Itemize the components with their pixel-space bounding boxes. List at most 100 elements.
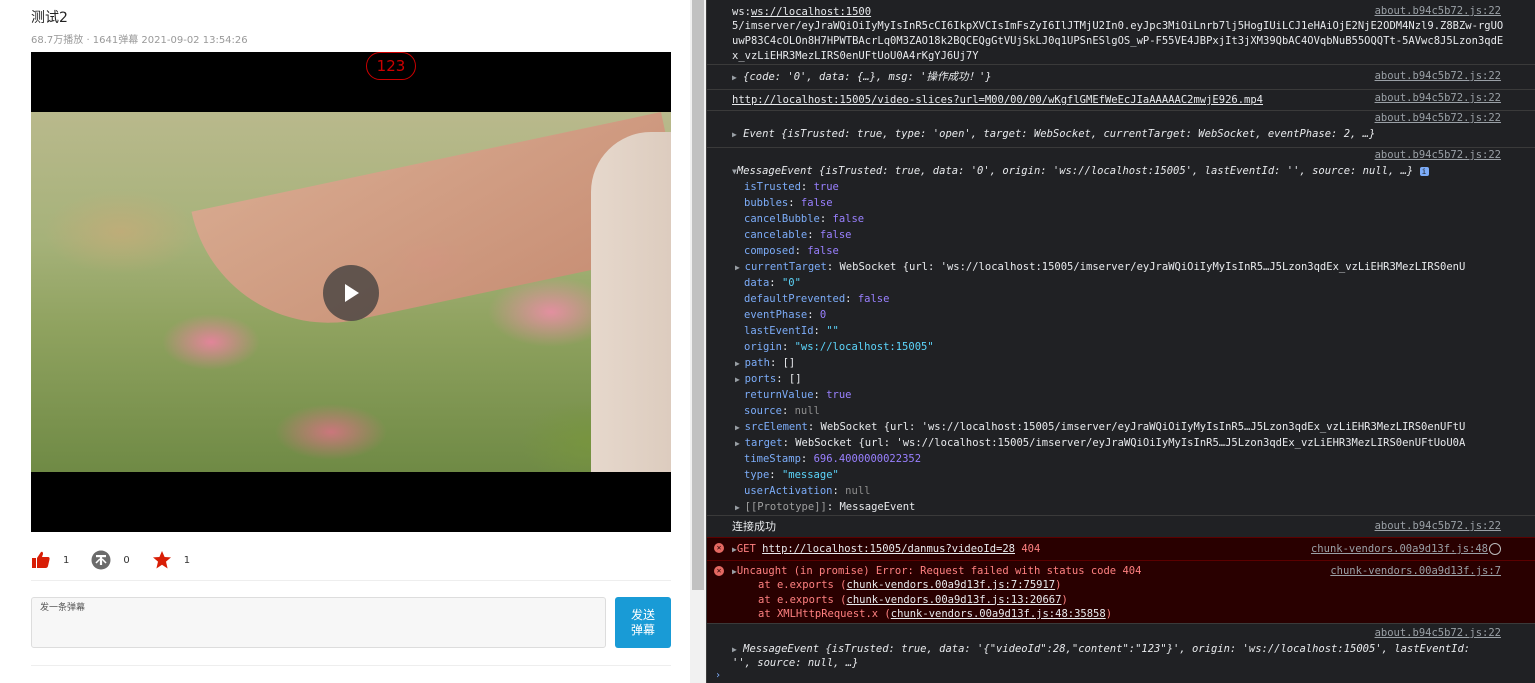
prop-key: composed (744, 245, 795, 257)
stack-suffix: ) (1061, 593, 1068, 606)
expand-arrow-icon[interactable]: ▶ (732, 73, 737, 82)
uncaught-message: Uncaught (in promise) Error: Request fai… (736, 565, 1142, 577)
dislike-count: 0 (123, 554, 130, 566)
source-link[interactable]: about.b94c5b72.js:22 (1375, 112, 1501, 124)
source-link[interactable]: about.b94c5b72.js:22 (1375, 92, 1501, 104)
like-button[interactable]: 1 (31, 550, 69, 570)
danmu-input[interactable] (31, 597, 606, 648)
msgevent-prop[interactable]: ▶ ports: [] (735, 371, 802, 388)
action-bar: 1 0 1 (31, 546, 212, 574)
devtools-console: ws:ws://localhost:1500 5/imserver/eyJraW… (706, 0, 1535, 683)
ws-url-link[interactable]: ws://localhost:1500 (751, 6, 871, 18)
last-msgevent-text: MessageEvent {isTrusted: true, data: '{"… (743, 643, 1471, 655)
prop-value: false (857, 293, 890, 305)
danmu-bubble: 123 (366, 52, 416, 80)
console-error-get: ✕ ▶GET http://localhost:15005/danmus?vid… (707, 537, 1535, 560)
star-icon (152, 551, 171, 569)
prop-value: [] (782, 357, 796, 369)
source-link[interactable]: about.b94c5b72.js:22 (1375, 5, 1501, 17)
source-link[interactable]: chunk-vendors.00a9d13f.js:7 (1330, 565, 1501, 577)
prop-key: ports (744, 373, 777, 385)
video-meta: 68.7万播放 · 1641弹幕 2021-09-02 13:54:26 (31, 35, 248, 46)
prop-value: "" (826, 325, 839, 337)
prop-value: false (832, 213, 865, 225)
msgevent-prop: type: "message" (744, 469, 839, 481)
result-object[interactable]: ▶ {code: '0', data: {…}, msg: '操作成功！'} (732, 69, 992, 86)
star-button[interactable]: 1 (152, 550, 190, 570)
console-message: ws:ws://localhost:1500 5/imserver/eyJraW… (707, 0, 1535, 64)
expand-arrow-icon[interactable]: ▶ (735, 359, 745, 368)
prop-key: timeStamp (744, 453, 801, 465)
scrollbar-thumb[interactable] (692, 0, 704, 590)
expand-arrow-icon[interactable]: ▶ (732, 645, 737, 654)
network-icon[interactable] (1489, 543, 1501, 555)
prop-key: target (744, 437, 783, 449)
prop-key: returnValue (744, 389, 814, 401)
stack-location-link[interactable]: chunk-vendors.00a9d13f.js:7:75917 (847, 579, 1056, 591)
source-link[interactable]: about.b94c5b72.js:22 (1375, 627, 1501, 639)
prop-value: WebSocket {url: 'ws://localhost:15005/im… (820, 421, 1466, 433)
console-error-uncaught: ✕ ▶Uncaught (in promise) Error: Request … (707, 560, 1535, 623)
expand-arrow-icon[interactable]: ▶ (735, 503, 745, 512)
prop-value: null (845, 485, 871, 497)
get-error-line[interactable]: ▶GET http://localhost:15005/danmus?video… (732, 541, 1040, 558)
connected-text: 连接成功 (732, 520, 776, 533)
send-danmu-button[interactable]: 发送 弹幕 (615, 597, 671, 648)
prop-value: "message" (781, 469, 839, 481)
dislike-button[interactable]: 0 (91, 550, 130, 570)
expand-arrow-icon[interactable]: ▶ (735, 263, 745, 272)
event-open-text: Event {isTrusted: true, type: 'open', ta… (743, 128, 1376, 140)
expand-arrow-icon[interactable]: ▶ (735, 423, 745, 432)
expand-arrow-icon[interactable]: ▶ (735, 375, 745, 384)
play-button[interactable] (323, 265, 379, 321)
source-link[interactable]: about.b94c5b72.js:22 (1375, 149, 1501, 161)
video-player[interactable]: 123 (31, 52, 671, 532)
stack-frame: at XMLHttpRequest.x (chunk-vendors.00a9d… (758, 606, 1112, 622)
expand-arrow-icon[interactable]: ▶ (732, 130, 737, 139)
msgevent-prop: origin: "ws://localhost:15005" (744, 341, 934, 353)
info-icon[interactable]: i (1419, 167, 1429, 176)
divider (31, 665, 671, 666)
msgevent-prop[interactable]: ▶ srcElement: WebSocket {url: 'ws://loca… (735, 419, 1466, 436)
msgevent-prop[interactable]: ▶ target: WebSocket {url: 'ws://localhos… (735, 435, 1465, 452)
event-open[interactable]: ▶ Event {isTrusted: true, type: 'open', … (732, 126, 1375, 143)
msgevent-prop: cancelBubble: false (744, 213, 865, 225)
prop-value: MessageEvent (839, 501, 916, 513)
get-status: 404 (1021, 543, 1041, 555)
msgevent-header[interactable]: ▼MessageEvent {isTrusted: true, data: '0… (732, 163, 1429, 180)
source-link[interactable]: about.b94c5b72.js:22 (1375, 70, 1501, 82)
expand-arrow-icon[interactable]: ▶ (735, 439, 745, 448)
stack-prefix: at e.exports ( (758, 579, 847, 591)
video-url-link[interactable]: http://localhost:15005/video-slices?url=… (732, 92, 1263, 108)
page-scrollbar[interactable] (690, 0, 706, 683)
stack-location-link[interactable]: chunk-vendors.00a9d13f.js:13:20667 (847, 594, 1062, 606)
stack-suffix: ) (1105, 608, 1113, 620)
prop-value: null (794, 405, 820, 417)
prompt-chevron-icon: › (715, 670, 722, 681)
prop-value: true (813, 181, 839, 193)
source-link[interactable]: about.b94c5b72.js:22 (1375, 520, 1501, 532)
get-method: GET (736, 543, 756, 555)
stack-prefix: at e.exports ( (758, 593, 847, 606)
like-count: 1 (63, 554, 70, 566)
msgevent-prop[interactable]: ▶ path: [] (735, 355, 796, 372)
msgevent-prop: userActivation: null (744, 485, 871, 497)
console-prompt[interactable]: › (707, 670, 1535, 683)
prop-value: WebSocket {url: 'ws://localhost:15005/im… (839, 261, 1466, 273)
prop-key: isTrusted (744, 181, 801, 193)
msgevent-prop: composed: false (744, 245, 839, 257)
prop-value: [] (788, 373, 802, 385)
prop-value: false (807, 245, 839, 257)
get-url-link[interactable]: http://localhost:15005/danmus?videoId=28 (762, 543, 1015, 555)
msgevent-prop: cancelable: false (744, 229, 852, 241)
source-link[interactable]: chunk-vendors.00a9d13f.js:48 (1311, 543, 1488, 555)
prop-key: data (744, 277, 770, 289)
msgevent-prop: bubbles: false (744, 197, 833, 209)
msgevent-prop: source: null (744, 405, 820, 417)
stack-location-link[interactable]: chunk-vendors.00a9d13f.js:48:35858 (891, 608, 1106, 620)
video-frame-dress (591, 132, 671, 472)
msgevent-prop[interactable]: ▶ currentTarget: WebSocket {url: 'ws://l… (735, 259, 1466, 276)
ws-url-rest[interactable]: 5/imserver/eyJraWQiOiIyMyIsInR5cCI6IkpXV… (732, 19, 1507, 64)
msgevent-prop[interactable]: ▶ [[Prototype]]: MessageEvent (735, 499, 916, 516)
console-message: http://localhost:15005/video-slices?url=… (707, 89, 1535, 110)
